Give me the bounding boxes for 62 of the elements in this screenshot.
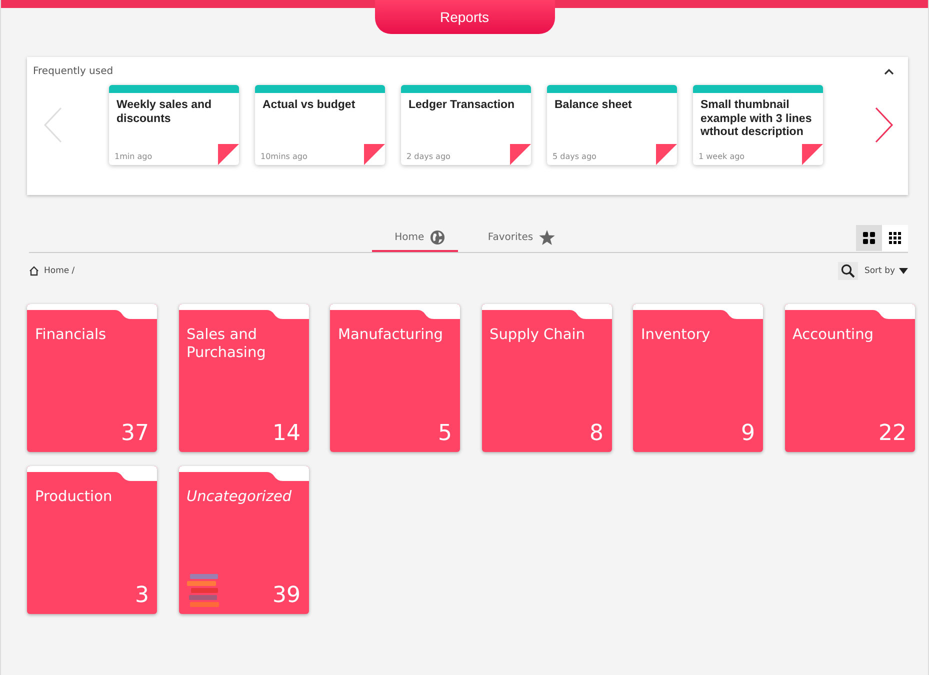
- report-time: 1min ago: [114, 152, 152, 163]
- folder-count: 3: [135, 584, 149, 608]
- large-grid-icon: [863, 232, 875, 244]
- page-corner-icon: [656, 144, 676, 165]
- search-button[interactable]: [838, 262, 858, 280]
- folder-name: Production: [35, 488, 114, 506]
- folder-card[interactable]: Manufacturing 5: [330, 304, 460, 452]
- report-time: 2 days ago: [406, 152, 450, 163]
- star-icon: [539, 230, 556, 245]
- globe-icon: [430, 230, 446, 245]
- page-corner-icon: [802, 144, 822, 165]
- folder-count: 8: [590, 422, 604, 446]
- report-title: Ledger Transaction: [408, 98, 516, 112]
- search-icon: [841, 264, 856, 278]
- folder-name: Accounting: [792, 326, 874, 344]
- report-title: Weekly sales and discounts: [116, 98, 213, 126]
- page-corner-icon: [364, 144, 384, 165]
- view-toggle-button[interactable]: [856, 225, 882, 251]
- folder-name: Supply Chain: [490, 326, 586, 344]
- section-title: Frequently used: [33, 66, 114, 77]
- folder-card[interactable]: Inventory 9: [633, 304, 763, 452]
- books-icon: [186, 574, 220, 608]
- folder-card[interactable]: Uncategorized 39: [178, 466, 308, 614]
- folder-count: 22: [878, 422, 906, 446]
- folder-card[interactable]: Production 3: [27, 466, 157, 614]
- report-thumbnail[interactable]: Weekly sales and discounts 1min ago: [108, 85, 238, 165]
- folder-card[interactable]: Financials 37: [27, 304, 157, 452]
- page-corner-icon: [218, 144, 238, 165]
- view-toggle-button[interactable]: [882, 225, 908, 251]
- folder-count: 37: [121, 422, 149, 446]
- tab[interactable]: Home: [372, 225, 458, 252]
- folder-name: Sales and Purchasing: [186, 326, 267, 362]
- report-time: 1 week ago: [698, 152, 745, 163]
- folder-name: Financials: [35, 326, 108, 344]
- report-title: Actual vs budget: [262, 98, 356, 112]
- folder-name: Manufacturing: [338, 326, 444, 344]
- folder-name: Uncategorized: [186, 488, 293, 506]
- folder-card[interactable]: Sales and Purchasing 14: [178, 304, 308, 452]
- tab[interactable]: Favorites: [468, 225, 566, 252]
- folder-card[interactable]: Supply Chain 8: [482, 304, 612, 452]
- report-thumbnail[interactable]: Small thumbnail example with 3 lines wthout description 1 week ago: [692, 85, 822, 165]
- report-thumbnail[interactable]: Balance sheet 5 days ago: [546, 85, 676, 165]
- folder-count: 39: [272, 584, 300, 608]
- report-title: Balance sheet: [554, 98, 633, 112]
- breadcrumb[interactable]: Home /: [44, 266, 75, 276]
- folder-name: Inventory: [641, 326, 712, 344]
- home-icon[interactable]: [29, 266, 39, 276]
- sort-dropdown[interactable]: Sort by: [864, 266, 908, 276]
- report-time: 10mins ago: [260, 152, 308, 163]
- collapse-icon[interactable]: [884, 68, 894, 75]
- report-thumbnail[interactable]: Ledger Transaction 2 days ago: [400, 85, 530, 165]
- folder-count: 9: [741, 422, 755, 446]
- folder-count: 5: [438, 422, 452, 446]
- report-thumbnail[interactable]: Actual vs budget 10mins ago: [254, 85, 384, 165]
- page-corner-icon: [510, 144, 530, 165]
- header-title: Reports: [374, 0, 554, 34]
- caret-icon: [899, 268, 908, 274]
- report-time: 5 days ago: [552, 152, 596, 163]
- report-title: Small thumbnail example with 3 lines wthout description: [700, 98, 813, 140]
- folder-card[interactable]: Accounting 22: [784, 304, 914, 452]
- small-grid-icon: [889, 232, 901, 244]
- folder-count: 14: [272, 422, 300, 446]
